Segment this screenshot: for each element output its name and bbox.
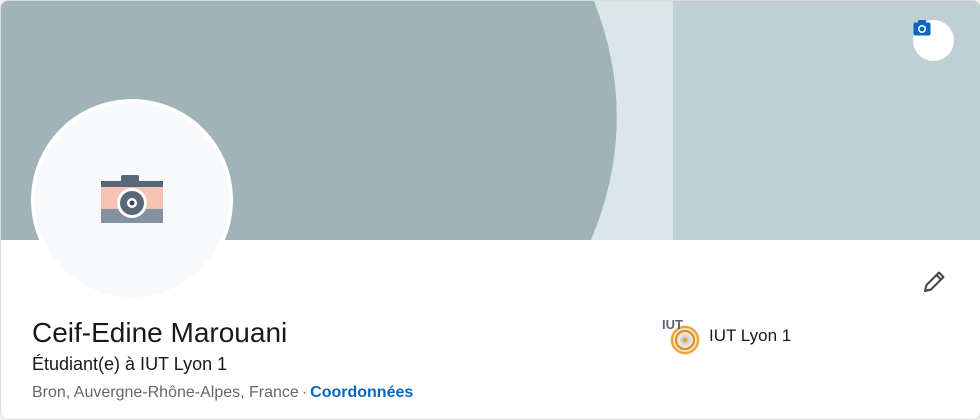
profile-location-line: Bron, Auvergne-Rhône-Alpes, France · Coord… — [32, 384, 413, 402]
contact-info-link[interactable]: Coordonnées — [310, 384, 413, 401]
edit-banner-button[interactable] — [913, 20, 954, 61]
school-logo-graphic: IUT — [662, 317, 700, 355]
camera-placeholder-icon — [101, 175, 163, 223]
profile-photo-placeholder — [35, 103, 229, 297]
profile-headline: Étudiant(e) à IUT Lyon 1 — [32, 354, 228, 374]
profile-photo[interactable] — [31, 99, 233, 301]
edit-profile-button[interactable] — [915, 263, 953, 301]
camera-icon — [913, 20, 931, 36]
pencil-icon — [924, 271, 945, 292]
school-entry[interactable]: IUT IUT Lyon 1 — [660, 315, 791, 357]
profile-location: Bron, Auvergne-Rhône-Alpes, France — [32, 384, 299, 401]
profile-card: Ceif-Edine Marouani Étudiant(e) à IUT Ly… — [0, 0, 980, 420]
school-name: IUT Lyon 1 — [709, 326, 792, 345]
school-logo-text: IUT — [662, 317, 683, 332]
profile-name: Ceif-Edine Marouani — [32, 317, 288, 348]
school-logo: IUT — [660, 315, 702, 357]
separator-dot: · — [301, 384, 308, 401]
